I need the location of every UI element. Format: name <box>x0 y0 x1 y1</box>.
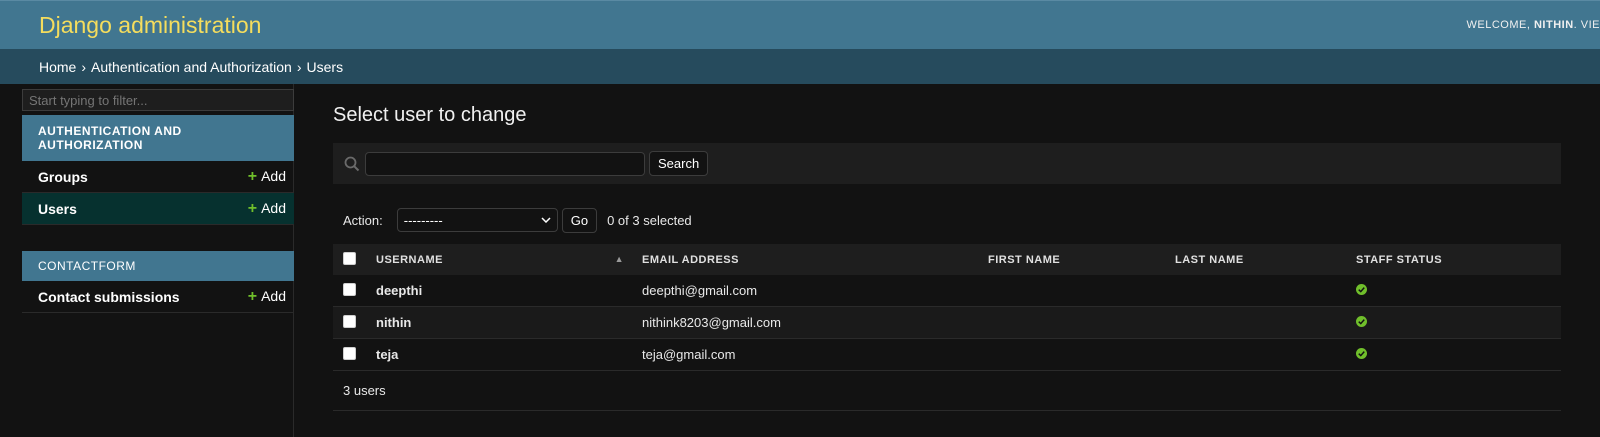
plus-icon: + <box>247 287 258 305</box>
go-button[interactable]: Go <box>561 207 598 233</box>
page-title: Select user to change <box>333 104 527 126</box>
last-name-cell <box>1165 306 1346 339</box>
row-checkbox[interactable] <box>343 282 356 296</box>
row-checkbox[interactable] <box>343 314 356 328</box>
user-tools: WELCOME, NITHIN. VIE <box>1467 19 1600 31</box>
add-label: Add <box>261 199 286 216</box>
staff-status-cell <box>1346 306 1561 339</box>
table-header-row: USERNAME ▲ EMAIL ADDRESS FIRST NAME LAST … <box>333 244 1561 275</box>
select-all-checkbox[interactable] <box>343 251 356 265</box>
check-circle-icon <box>1356 348 1367 359</box>
paginator: 3 users <box>333 371 1561 411</box>
sidebar-item-label[interactable]: Contact submissions <box>38 289 180 305</box>
add-label: Add <box>261 287 286 304</box>
breadcrumb: Home › Authentication and Authorization … <box>0 49 1600 84</box>
breadcrumb-home[interactable]: Home <box>39 59 76 75</box>
plus-icon: + <box>247 167 258 185</box>
result-list: USERNAME ▲ EMAIL ADDRESS FIRST NAME LAST … <box>333 244 1561 371</box>
table-row: teja teja@gmail.com <box>333 338 1561 371</box>
add-label: Add <box>261 167 286 184</box>
email-cell: teja@gmail.com <box>632 338 978 371</box>
header: Django administration WELCOME, NITHIN. V… <box>0 0 1600 49</box>
action-label: Action: <box>343 212 383 228</box>
sidebar-item-label[interactable]: Users <box>38 201 77 217</box>
search-input[interactable] <box>365 151 645 176</box>
column-header-username[interactable]: USERNAME ▲ <box>366 244 632 275</box>
column-header-last-name[interactable]: LAST NAME <box>1165 244 1346 275</box>
username-link[interactable]: nithin <box>366 306 632 339</box>
actions-bar: Action: --------- Go 0 of 3 selected <box>333 196 1585 244</box>
breadcrumb-app[interactable]: Authentication and Authorization <box>91 59 292 75</box>
chevron-down-icon <box>541 217 551 223</box>
staff-status-cell <box>1346 338 1561 371</box>
action-counter: 0 of 3 selected <box>607 212 692 228</box>
search-icon <box>344 156 360 171</box>
content: Select user to change Search Action: ---… <box>294 84 1600 437</box>
last-name-cell <box>1165 338 1346 371</box>
sort-ascending-icon[interactable]: ▲ <box>615 254 624 264</box>
action-select[interactable]: --------- <box>396 208 558 232</box>
check-circle-icon <box>1356 284 1367 295</box>
add-contact-submissions-link[interactable]: + Add <box>248 288 286 306</box>
username-link[interactable]: deepthi <box>366 275 632 307</box>
app-caption-auth[interactable]: AUTHENTICATION AND AUTHORIZATION <box>22 115 294 161</box>
nav-filter-input[interactable] <box>22 89 294 111</box>
email-cell: nithink8203@gmail.com <box>632 306 978 339</box>
sidebar-item-label[interactable]: Groups <box>38 169 88 185</box>
first-name-cell <box>978 275 1165 307</box>
table-row: deepthi deepthi@gmail.com <box>333 275 1561 307</box>
search-toolbar: Search <box>333 143 1561 184</box>
current-username: NITHIN <box>1533 19 1574 31</box>
last-name-cell <box>1165 275 1346 307</box>
first-name-cell <box>978 306 1165 339</box>
check-circle-icon <box>1356 316 1367 327</box>
column-header-first-name[interactable]: FIRST NAME <box>978 244 1165 275</box>
app-caption-contactform[interactable]: CONTACTFORM <box>22 251 294 281</box>
welcome-text: WELCOME, <box>1466 19 1531 31</box>
row-checkbox-cell <box>333 306 366 339</box>
sidebar-item-contact-submissions[interactable]: Contact submissions + Add <box>22 281 294 313</box>
main: AUTHENTICATION AND AUTHORIZATION Groups … <box>0 84 1600 437</box>
app-module-auth: AUTHENTICATION AND AUTHORIZATION Groups … <box>22 115 294 225</box>
column-header-email[interactable]: EMAIL ADDRESS <box>632 244 978 275</box>
add-groups-link[interactable]: + Add <box>248 168 286 186</box>
username-link[interactable]: teja <box>366 338 632 371</box>
table-row: nithin nithink8203@gmail.com <box>333 306 1561 339</box>
sidebar-item-groups[interactable]: Groups + Add <box>22 161 294 193</box>
site-title[interactable]: Django administration <box>39 12 261 39</box>
breadcrumb-separator: › <box>81 58 87 75</box>
row-checkbox-cell <box>333 275 366 307</box>
select-all-cell <box>333 244 366 275</box>
app-module-contactform: CONTACTFORM Contact submissions + Add <box>22 251 294 313</box>
staff-status-cell <box>1346 275 1561 307</box>
row-checkbox-cell <box>333 338 366 371</box>
sidebar-item-users[interactable]: Users + Add <box>22 193 294 225</box>
search-button[interactable]: Search <box>649 151 709 176</box>
column-label: USERNAME <box>376 253 443 266</box>
plus-icon: + <box>247 199 258 217</box>
row-checkbox[interactable] <box>343 346 356 360</box>
add-users-link[interactable]: + Add <box>248 200 286 218</box>
nav-sidebar: AUTHENTICATION AND AUTHORIZATION Groups … <box>0 84 294 437</box>
action-selected-option: --------- <box>403 212 443 228</box>
first-name-cell <box>978 338 1165 371</box>
email-cell: deepthi@gmail.com <box>632 275 978 307</box>
column-header-staff-status[interactable]: STAFF STATUS <box>1346 244 1561 275</box>
breadcrumb-separator: › <box>296 58 302 75</box>
view-site-link[interactable]: . VIE <box>1574 19 1600 31</box>
breadcrumb-current: Users <box>306 58 344 75</box>
